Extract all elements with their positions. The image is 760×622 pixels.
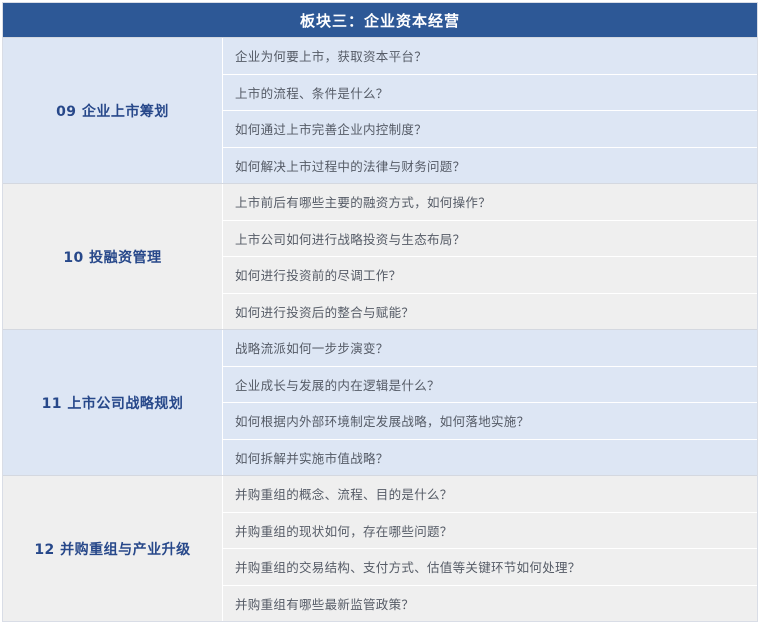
section-items: 上市前后有哪些主要的融资方式，如何操作？ 上市公司如何进行战略投资与生态布局？ … [223,184,757,329]
list-item: 如何解决上市过程中的法律与财务问题？ [223,146,757,184]
list-item: 并购重组的概念、流程、目的是什么？ [235,487,453,503]
section-12: 12 并购重组与产业升级 并购重组的概念、流程、目的是什么？ 并购重组的现状如何… [3,475,757,621]
section-items: 企业为何要上市，获取资本平台？ 上市的流程、条件是什么？ 如何通过上市完善企业内… [223,38,757,183]
course-table: 板块三：企业资本经营 09 企业上市筹划 企业为何要上市，获取资本平台？ 上市的… [2,2,758,622]
section-title: 11 上市公司战略规划 [3,330,223,475]
table-title: 板块三：企业资本经营 [299,11,460,30]
list-item: 战略流派如何一步步演变？ [235,341,389,357]
list-item: 并购重组的交易结构、支付方式、估值等关键环节如何处理？ [223,548,757,585]
list-item: 企业成长与发展的内在逻辑是什么？ [223,365,757,403]
section-items: 并购重组的概念、流程、目的是什么？ 并购重组的现状如何，存在哪些问题？ 并购重组… [223,476,757,621]
section-title: 09 企业上市筹划 [3,38,223,183]
section-10: 10 投融资管理 上市前后有哪些主要的融资方式，如何操作？ 上市公司如何进行战略… [3,183,757,329]
list-item: 并购重组有哪些最新监管政策？ [223,584,757,622]
table-header: 板块三：企业资本经营 [3,3,757,37]
list-item: 上市公司如何进行战略投资与生态布局？ [223,219,757,257]
list-item: 如何通过上市完善企业内控制度？ [223,110,757,147]
section-title: 10 投融资管理 [3,184,223,329]
section-11: 11 上市公司战略规划 战略流派如何一步步演变？ 企业成长与发展的内在逻辑是什么… [3,329,757,475]
list-item: 上市的流程、条件是什么？ [223,73,757,111]
list-item: 如何拆解并实施市值战略？ [223,438,757,476]
list-item: 如何进行投资后的整合与赋能？ [223,292,757,330]
list-item: 如何根据内外部环境制定发展战略，如何落地实施？ [223,402,757,439]
list-item: 企业为何要上市，获取资本平台？ [235,49,428,65]
list-item: 并购重组的现状如何，存在哪些问题？ [223,511,757,549]
section-09: 09 企业上市筹划 企业为何要上市，获取资本平台？ 上市的流程、条件是什么？ 如… [3,37,757,183]
list-item: 如何进行投资前的尽调工作？ [223,256,757,293]
section-title: 12 并购重组与产业升级 [3,476,223,621]
section-items: 战略流派如何一步步演变？ 企业成长与发展的内在逻辑是什么？ 如何根据内外部环境制… [223,330,757,475]
list-item: 上市前后有哪些主要的融资方式，如何操作？ [235,195,492,211]
